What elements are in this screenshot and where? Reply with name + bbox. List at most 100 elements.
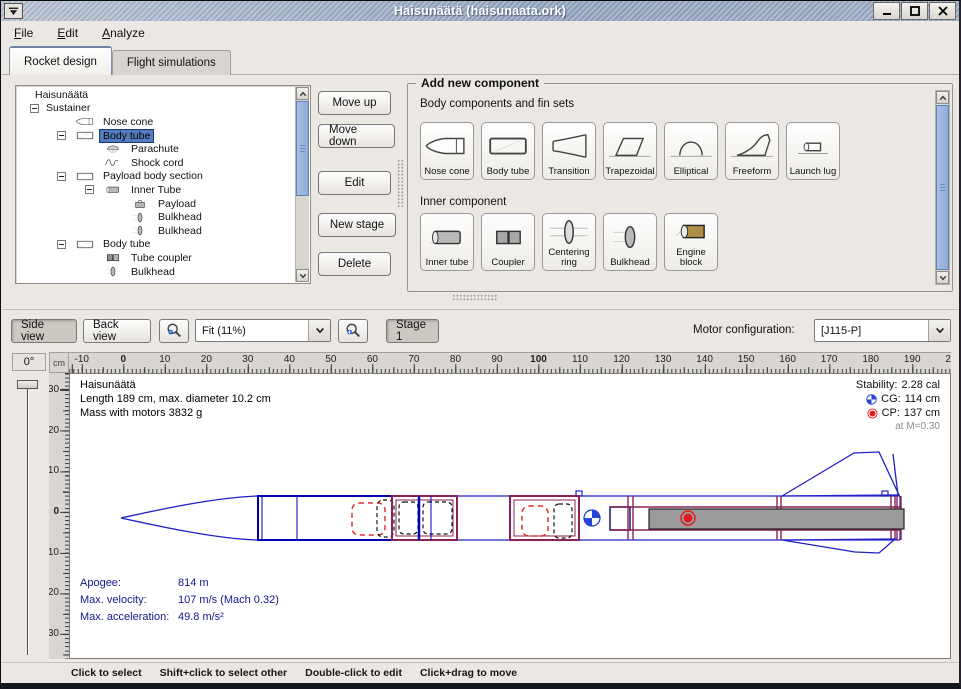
horizontal-splitter[interactable] — [452, 294, 498, 301]
inner-tube-icon — [100, 183, 126, 196]
side-view-button[interactable]: Side view — [11, 319, 77, 343]
h-ruler: -100102030405060708090100110120130140150… — [69, 352, 951, 373]
tree-item[interactable]: Haisunäätä — [18, 88, 294, 102]
delete-button[interactable]: Delete — [318, 252, 391, 276]
palette-button[interactable]: Elliptical — [664, 122, 718, 180]
status-bar: Click to selectShift+click to select oth… — [1, 662, 959, 683]
parachute-outline[interactable] — [352, 503, 385, 535]
nose-cone-outline[interactable] — [121, 496, 258, 540]
title-bar[interactable]: Haisunäätä (haisunaata.ork) — [1, 1, 959, 21]
tree-item[interactable]: Sustainer — [18, 102, 294, 116]
bulkhead-icon — [100, 265, 126, 278]
scroll-down-icon[interactable] — [296, 269, 309, 282]
tree-item[interactable]: Tube coupler — [18, 251, 294, 265]
h-ruler-label: 90 — [491, 354, 502, 365]
tree-item[interactable]: Bulkhead — [18, 265, 294, 279]
tab[interactable]: Flight simulations — [112, 50, 231, 75]
v-ruler-label: 0 — [53, 506, 59, 517]
zoom-out-button[interactable]: − — [159, 319, 189, 343]
bulkhead-icon — [607, 216, 653, 258]
palette-button[interactable]: Launch lug — [786, 122, 840, 180]
maximize-button[interactable] — [901, 2, 928, 20]
expander-icon[interactable] — [57, 172, 66, 181]
cg-marker — [584, 510, 600, 526]
tree-item[interactable]: Parachute — [18, 142, 294, 156]
coupler-section-outline[interactable] — [510, 496, 579, 540]
tree-item[interactable]: Payload body section — [18, 170, 294, 184]
tree-item[interactable]: Inner Tube — [18, 183, 294, 197]
scroll-up-icon[interactable] — [936, 91, 949, 104]
chevron-down-icon — [308, 320, 330, 341]
motor-mount-outline[interactable] — [610, 507, 630, 530]
menu-item[interactable]: File — [14, 26, 33, 40]
edit-button[interactable]: Edit — [318, 171, 391, 195]
zoom-in-button[interactable]: + — [338, 319, 368, 343]
motor-configuration-select[interactable]: [J115-P] — [814, 319, 951, 342]
scroll-up-icon[interactable] — [296, 87, 309, 100]
stage-1-toggle[interactable]: Stage 1 — [386, 319, 439, 343]
expander-icon[interactable] — [85, 185, 94, 194]
tree-item[interactable]: Bulkhead — [18, 210, 294, 224]
palette-scrollbar[interactable] — [935, 90, 950, 285]
close-button[interactable] — [929, 2, 956, 20]
status-hint: Click to select — [71, 667, 142, 679]
panel-splitter[interactable] — [397, 159, 404, 207]
tree-item[interactable]: Body tube — [18, 238, 294, 252]
body-tube-icon — [72, 238, 98, 251]
window-menu-icon[interactable] — [4, 3, 23, 19]
palette-button[interactable]: Bulkhead — [603, 213, 657, 271]
expander-icon[interactable] — [57, 131, 66, 140]
chevron-down-icon — [928, 320, 950, 341]
back-view-button[interactable]: Back view — [83, 319, 151, 343]
zoom-level-select[interactable]: Fit (11%) — [195, 319, 331, 342]
rotation-slider-handle[interactable] — [17, 380, 38, 389]
parachute-icon — [100, 143, 126, 156]
h-ruler-label: 140 — [696, 354, 713, 365]
svg-text:+: + — [348, 327, 352, 336]
tab[interactable]: Rocket design — [9, 46, 112, 75]
palette-button[interactable]: Inner tube — [420, 213, 474, 271]
scroll-down-icon[interactable] — [936, 271, 949, 284]
flight-info-row: Max. velocity:107 m/s (Mach 0.32) — [80, 592, 279, 609]
move-down-button[interactable]: Move down — [318, 124, 395, 148]
tree-scrollbar[interactable] — [295, 87, 309, 282]
minimize-button[interactable] — [873, 2, 900, 20]
new-stage-button[interactable]: New stage — [318, 213, 396, 237]
body-tube-icon — [72, 129, 98, 142]
tree-item[interactable]: Bulkhead — [18, 224, 294, 238]
view-toolbar: Side view Back view − Fit (11%) + Stage … — [1, 309, 959, 349]
h-ruler-label: 160 — [779, 354, 796, 365]
tree-item[interactable]: Payload — [18, 197, 294, 211]
h-ruler-label: 190 — [904, 354, 921, 365]
h-ruler-label: -10 — [75, 354, 89, 365]
inner-tube-icon — [424, 216, 470, 258]
rotation-slider[interactable] — [27, 383, 29, 655]
palette-scroll-thumb[interactable] — [936, 105, 949, 270]
cg-icon — [866, 394, 877, 405]
tree-item[interactable]: Shock cord — [18, 156, 294, 170]
palette-button[interactable]: Centering ring — [542, 213, 596, 271]
expander-icon[interactable] — [30, 104, 39, 113]
tree-item[interactable]: Nose cone — [18, 115, 294, 129]
move-up-button[interactable]: Move up — [318, 91, 391, 115]
fin-set-outline[interactable] — [782, 452, 899, 553]
tree-item[interactable]: Body tube — [18, 129, 294, 143]
palette-button[interactable]: Body tube — [481, 122, 535, 180]
palette-button[interactable]: Trapezoidal — [603, 122, 657, 180]
cg-value: 114 cm — [905, 392, 940, 406]
palette-button[interactable]: Engine block — [664, 213, 718, 271]
v-ruler-label: -10 — [49, 465, 59, 476]
tree-scroll-thumb[interactable] — [296, 101, 309, 196]
menu-item[interactable]: Analyze — [102, 26, 145, 40]
menu-item[interactable]: Edit — [57, 26, 78, 40]
rocket-canvas[interactable]: Haisunäätä Length 189 cm, max. diameter … — [69, 373, 951, 659]
palette-button[interactable]: Freeform — [725, 122, 779, 180]
palette-button[interactable]: Transition — [542, 122, 596, 180]
expander-icon[interactable] — [57, 240, 66, 249]
palette-button[interactable]: Nose cone — [420, 122, 474, 180]
app-window: Haisunäätä (haisunaata.ork) File Edit Anal… — [0, 0, 961, 689]
component-tree[interactable]: Haisunäätä Sustainer Nose cone Body tube — [15, 85, 311, 284]
palette-button[interactable]: Coupler — [481, 213, 535, 271]
h-ruler-label: 30 — [242, 354, 253, 365]
motor-configuration-value: [J115-P] — [815, 325, 928, 337]
